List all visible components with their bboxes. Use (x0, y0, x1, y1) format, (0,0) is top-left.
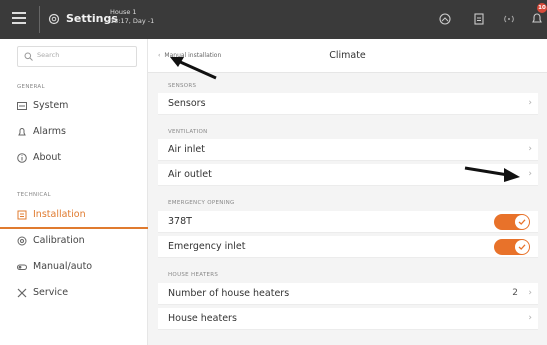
hamburger-menu-icon[interactable] (12, 12, 26, 26)
sidebar-item-system[interactable]: System (17, 96, 147, 116)
row-number-of-heaters[interactable]: Number of house heaters 2 › (158, 283, 538, 305)
search-box[interactable] (17, 46, 137, 67)
group-label-ventilation: VENTILATION (168, 129, 208, 135)
top-bar: Settings House 1 13:17, Day -1 10 (0, 0, 547, 39)
sidebar-item-label: About (33, 152, 62, 163)
group-label-sensors: SENSORS (168, 83, 197, 89)
row-label: Number of house heaters (168, 288, 290, 299)
info-icon (17, 153, 27, 163)
sidebar-item-label: Calibration (33, 235, 85, 246)
notification-badge: 10 (537, 3, 547, 13)
sidebar-item-alarms[interactable]: Alarms (17, 122, 147, 142)
row-label: 378T (168, 216, 192, 227)
row-label: House heaters (168, 313, 237, 324)
heater-count-value: 2 (512, 288, 518, 298)
sidebar-item-label: Manual/auto (33, 261, 93, 272)
house-name: House 1 (110, 8, 137, 16)
row-sensors[interactable]: Sensors › (158, 93, 538, 115)
active-indicator (0, 227, 148, 229)
house-info[interactable]: House 1 13:17, Day -1 (110, 8, 154, 26)
section-label-technical: TECHNICAL (17, 192, 51, 198)
bell-notification-icon[interactable] (530, 12, 544, 26)
installation-icon (17, 210, 27, 220)
gauge-icon[interactable] (438, 12, 452, 26)
toggle-icon (17, 264, 27, 270)
sidebar: GENERAL System Alarms About TECHNICAL In… (0, 39, 148, 345)
toggle-emergency-inlet[interactable] (494, 239, 530, 255)
row-emergency-inlet: Emergency inlet (158, 236, 538, 258)
chevron-right-icon: › (528, 288, 532, 298)
sidebar-item-installation[interactable]: Installation (17, 205, 147, 225)
row-air-inlet[interactable]: Air inlet › (158, 139, 538, 161)
house-time: 13:17, Day -1 (110, 17, 155, 25)
row-house-heaters[interactable]: House heaters › (158, 308, 538, 330)
bell-icon (18, 128, 26, 136)
check-icon (515, 215, 529, 229)
sidebar-item-about[interactable]: About (17, 148, 147, 168)
chevron-right-icon: › (528, 169, 532, 179)
row-label: Sensors (168, 98, 206, 109)
settings-content: SENSORS Sensors › VENTILATION Air inlet … (148, 73, 547, 345)
annotation-arrow-back (170, 57, 217, 80)
chevron-right-icon: › (528, 98, 532, 108)
sidebar-item-label: System (33, 100, 69, 111)
topbar-divider (39, 6, 40, 33)
section-label-general: GENERAL (17, 84, 45, 90)
row-label: Air inlet (168, 144, 205, 155)
row-label: Air outlet (168, 169, 212, 180)
system-icon (17, 102, 27, 110)
group-label-heaters: HOUSE HEATERS (168, 272, 219, 278)
tools-icon (17, 288, 27, 298)
chevron-right-icon: › (528, 313, 532, 323)
annotation-arrow-air-outlet (464, 166, 520, 182)
sidebar-item-calibration[interactable]: Calibration (17, 231, 147, 251)
gear-icon (48, 13, 60, 25)
search-input[interactable] (37, 51, 132, 59)
chevron-right-icon: › (528, 144, 532, 154)
check-icon (515, 240, 529, 254)
toggle-378t[interactable] (494, 214, 530, 230)
sidebar-item-service[interactable]: Service (17, 283, 147, 303)
wireless-icon[interactable] (502, 12, 516, 26)
group-label-emergency: EMERGENCY OPENING (168, 200, 235, 206)
calibration-icon (17, 236, 27, 246)
sidebar-item-label: Service (33, 287, 69, 298)
row-label: Emergency inlet (168, 241, 246, 252)
sidebar-item-label: Installation (33, 209, 86, 220)
sidebar-item-label: Alarms (33, 126, 66, 137)
document-icon[interactable] (472, 12, 486, 26)
search-icon (24, 52, 33, 61)
sidebar-item-manual-auto[interactable]: Manual/auto (17, 257, 147, 277)
row-378t: 378T (158, 211, 538, 233)
